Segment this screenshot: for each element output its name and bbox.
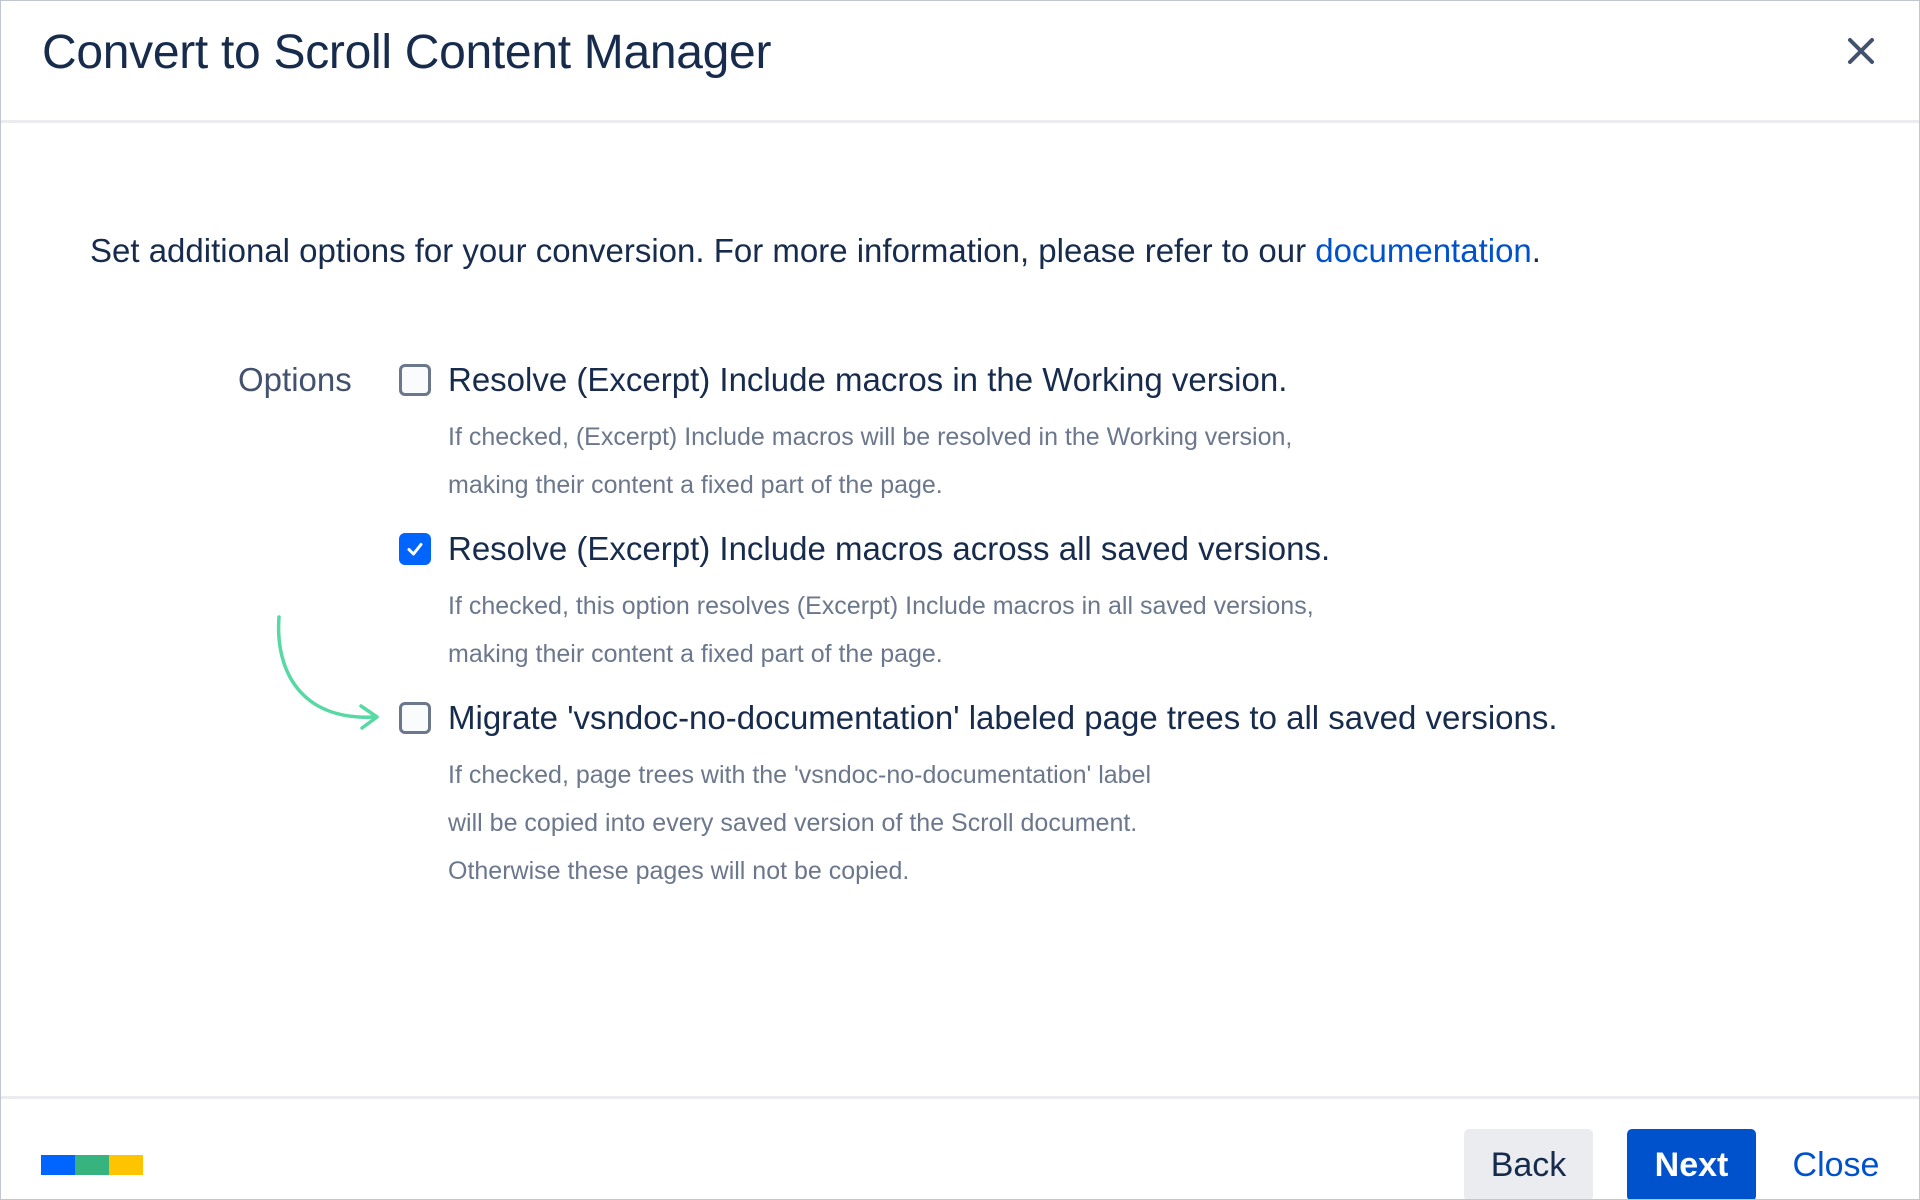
option-label[interactable]: Migrate 'vsndoc-no-documentation' labele… <box>448 694 1558 742</box>
option-row: Migrate 'vsndoc-no-documentation' labele… <box>399 694 1879 742</box>
option-description: If checked, page trees with the 'vsndoc-… <box>448 751 1879 895</box>
option-label[interactable]: Resolve (Excerpt) Include macros in the … <box>448 356 1287 404</box>
description-line: If checked, page trees with the 'vsndoc-… <box>448 761 1152 789</box>
option-description: If checked, (Excerpt) Include macros wil… <box>448 413 1879 509</box>
back-button[interactable]: Back <box>1464 1129 1593 1199</box>
description-line: If checked, (Excerpt) Include macros wil… <box>448 423 1293 451</box>
option-resolve-working: Resolve (Excerpt) Include macros in the … <box>399 356 1879 509</box>
dialog-title: Convert to Scroll Content Manager <box>42 26 772 79</box>
description-line: Otherwise these pages will not be copied… <box>448 857 910 885</box>
option-row: Resolve (Excerpt) Include macros in the … <box>399 356 1879 404</box>
close-icon[interactable] <box>1841 31 1881 71</box>
option-description: If checked, this option resolves (Excerp… <box>448 582 1879 678</box>
options-label: Options <box>238 361 352 398</box>
option-label[interactable]: Resolve (Excerpt) Include macros across … <box>448 525 1330 573</box>
option-resolve-saved: Resolve (Excerpt) Include macros across … <box>399 525 1879 678</box>
description-line: If checked, this option resolves (Excerp… <box>448 592 1314 620</box>
description-line: making their content a fixed part of the… <box>448 471 943 499</box>
migrate-trees-checkbox[interactable] <box>399 702 431 734</box>
convert-dialog: Convert to Scroll Content Manager Set ad… <box>0 0 1920 1200</box>
next-button[interactable]: Next <box>1627 1129 1756 1199</box>
curved-arrow-icon <box>276 615 379 730</box>
option-row: Resolve (Excerpt) Include macros across … <box>399 525 1879 573</box>
logo-segment <box>41 1155 75 1175</box>
dialog-header: Convert to Scroll Content Manager <box>1 1 1919 123</box>
scroll-logo-icon <box>41 1155 143 1175</box>
description-line: will be copied into every saved version … <box>448 809 1138 837</box>
logo-segment <box>75 1155 109 1175</box>
resolve-working-checkbox[interactable] <box>399 364 431 396</box>
option-migrate-trees: Migrate 'vsndoc-no-documentation' labele… <box>399 694 1879 895</box>
logo-segment <box>109 1155 143 1175</box>
dialog-footer: Back Next Close <box>1 1096 1919 1199</box>
resolve-saved-checkbox[interactable] <box>399 533 431 565</box>
checkmark-icon <box>407 543 423 556</box>
documentation-link[interactable]: documentation <box>1315 232 1531 269</box>
intro-sentence: Set additional options for your conversi… <box>90 232 1316 269</box>
description-line: making their content a fixed part of the… <box>448 640 943 668</box>
close-button[interactable]: Close <box>1781 1129 1891 1199</box>
intro-text: Set additional options for your conversi… <box>90 227 1541 275</box>
intro-trailing: . <box>1531 232 1541 269</box>
